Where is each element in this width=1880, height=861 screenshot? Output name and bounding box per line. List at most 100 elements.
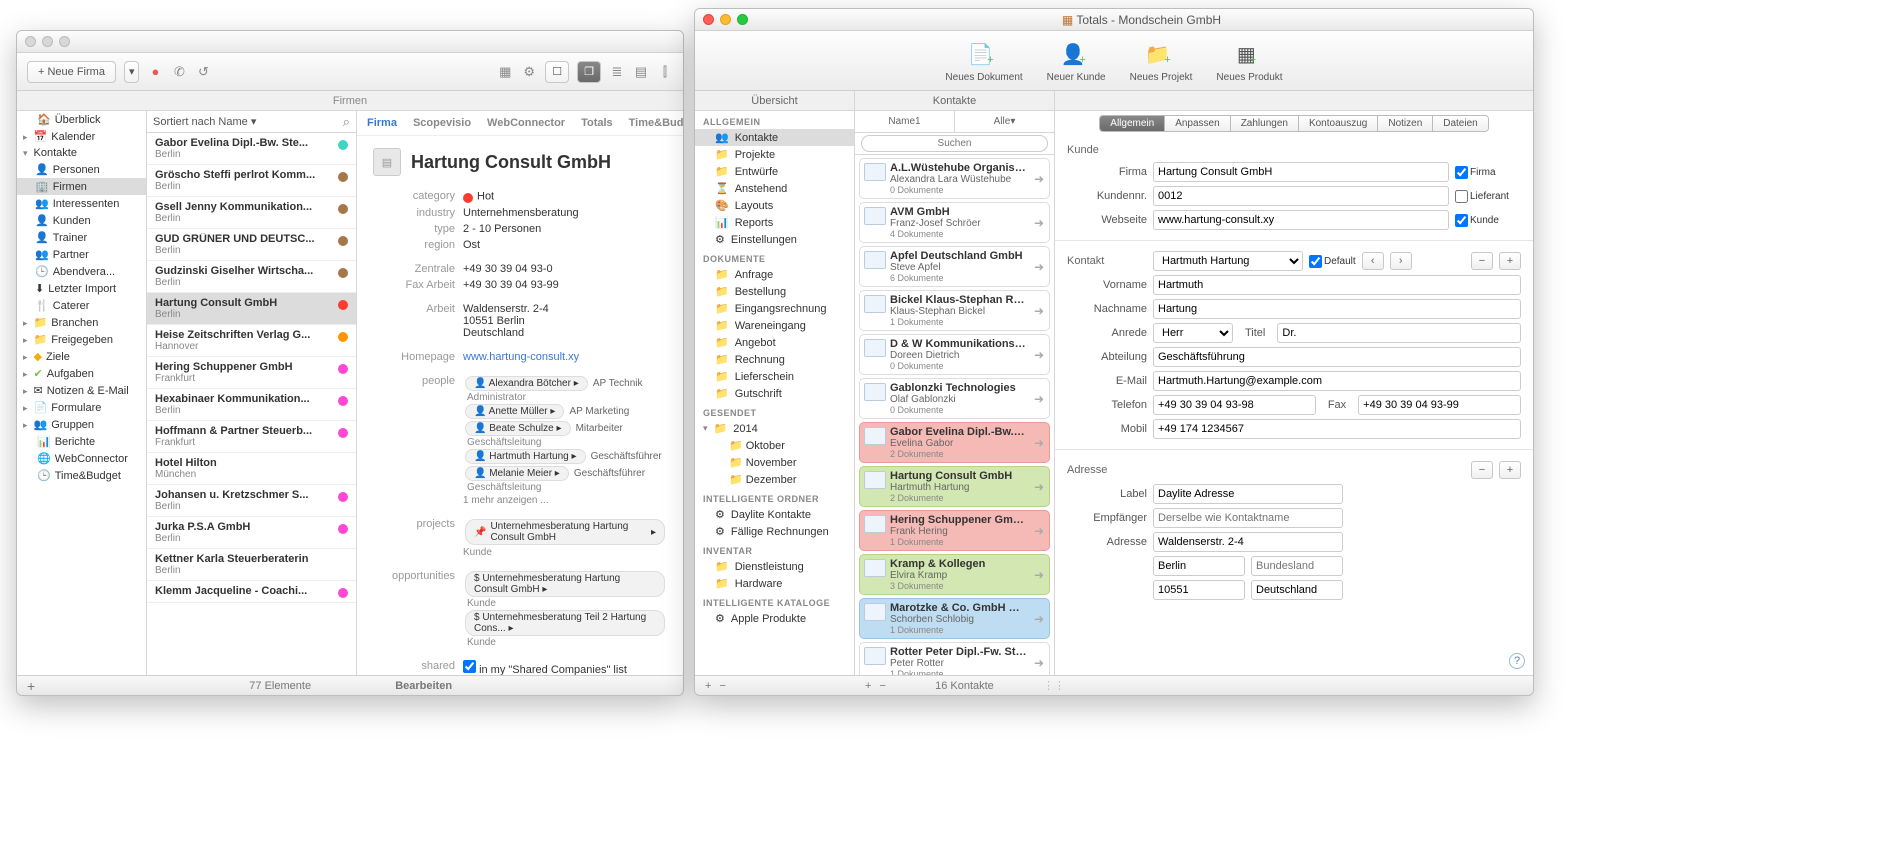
add-contact-button[interactable]: + xyxy=(1499,252,1521,270)
chevron-right-icon[interactable]: ➜ xyxy=(1034,304,1044,318)
month-item[interactable]: 📁 Dezember xyxy=(695,471,854,488)
contact-card[interactable]: Bickel Klaus-Stephan Rec...Klaus-Stephan… xyxy=(859,290,1050,331)
sidebar-item[interactable]: ⬇Letzter Import xyxy=(17,280,146,297)
sidebar-item[interactable]: 📁Eingangsrechnung xyxy=(695,300,854,317)
abteilung-input[interactable] xyxy=(1153,347,1521,367)
sidebar-item[interactable]: 🌐WebConnector xyxy=(17,450,146,467)
sidebar-item[interactable]: 📁Gutschrift xyxy=(695,385,854,402)
add-address-button[interactable]: + xyxy=(1499,461,1521,479)
chevron-right-icon[interactable]: ➜ xyxy=(1034,656,1044,670)
detail-tab[interactable]: Time&Budget xyxy=(629,117,683,129)
chevron-right-icon[interactable]: ➜ xyxy=(1034,524,1044,538)
chevron-right-icon[interactable]: ➜ xyxy=(1034,612,1044,626)
addr-country-input[interactable] xyxy=(1251,580,1343,600)
firma-checkbox[interactable] xyxy=(1455,166,1468,179)
sidebar-item[interactable]: ◆Ziele xyxy=(17,348,146,365)
toolbar-item[interactable]: 📁+Neues Projekt xyxy=(1130,38,1193,83)
disclosure-icon[interactable] xyxy=(23,351,30,363)
sidebar-item[interactable]: ⚙Daylite Kontakte xyxy=(695,506,854,523)
month-item[interactable]: 📁 November xyxy=(695,454,854,471)
chevron-right-icon[interactable]: ➜ xyxy=(1034,216,1044,230)
year-item[interactable]: ▾ 📁 2014 xyxy=(695,420,854,437)
detail-tabs[interactable]: FirmaScopevisioWebConnectorTotalsTime&Bu… xyxy=(357,111,683,136)
chart-icon[interactable]: ⫿ xyxy=(657,64,673,80)
webseite-input[interactable] xyxy=(1153,210,1449,230)
anrede-select[interactable]: Herr xyxy=(1153,323,1233,343)
add-button[interactable]: + xyxy=(705,680,711,692)
toolbar-item[interactable]: 📄+Neues Dokument xyxy=(945,38,1022,83)
firm-list-body[interactable]: Gabor Evelina Dipl.-Bw. Ste...BerlinGrös… xyxy=(147,133,356,675)
sidebar-item[interactable]: 📁Lieferschein xyxy=(695,368,854,385)
shared-checkbox[interactable] xyxy=(463,660,476,673)
sidebar-item[interactable]: 🕒Abendvera... xyxy=(17,263,146,280)
kontakt-select[interactable]: Hartmuth Hartung xyxy=(1153,251,1303,271)
sidebar-item[interactable]: 📁Anfrage xyxy=(695,266,854,283)
daylite-titlebar[interactable] xyxy=(17,31,683,53)
totals-sidebar[interactable]: ALLGEMEIN👥Kontakte📁Projekte📁Entwürfe⏳Ans… xyxy=(695,111,855,675)
traffic-lights[interactable] xyxy=(25,36,70,47)
firm-row[interactable]: Gsell Jenny Kommunikation...Berlin xyxy=(147,197,356,229)
kunde-checkbox[interactable] xyxy=(1455,214,1468,227)
email-input[interactable] xyxy=(1153,371,1521,391)
addr-street-input[interactable] xyxy=(1153,532,1343,552)
addr-label-input[interactable] xyxy=(1153,484,1343,504)
person-pill[interactable]: 👤 Beate Schulze ▸ xyxy=(465,421,571,436)
phone-icon[interactable]: ✆ xyxy=(171,64,187,80)
edit-label[interactable]: Bearbeiten xyxy=(385,680,673,692)
close-icon[interactable] xyxy=(25,36,36,47)
remove-button[interactable]: − xyxy=(719,680,725,692)
contact-card[interactable]: A.L.Wüstehube Organisati...Alexandra Lar… xyxy=(859,158,1050,199)
sort-header[interactable]: Sortiert nach Name ▾ ⌕ xyxy=(147,111,356,133)
contact-card[interactable]: Hartung Consult GmbHHartmuth Hartung2 Do… xyxy=(859,466,1050,507)
handset-icon[interactable]: ↺ xyxy=(195,64,211,80)
add-contact-footer[interactable]: + xyxy=(865,680,871,692)
next-contact-button[interactable]: › xyxy=(1390,252,1412,270)
person-pill[interactable]: 👤 Hartmuth Hartung ▸ xyxy=(465,449,586,464)
segment-tab[interactable]: Anpassen xyxy=(1165,116,1230,131)
sidebar-item[interactable]: 📊Reports xyxy=(695,214,854,231)
project-pill[interactable]: 📌 Unternehmesberatung Hartung Consult Gm… xyxy=(465,519,665,545)
search-input[interactable] xyxy=(861,135,1048,152)
sidebar-item[interactable]: 👤Trainer xyxy=(17,229,146,246)
segment-tab[interactable]: Zahlungen xyxy=(1231,116,1299,131)
detail-tab[interactable]: Totals xyxy=(581,117,613,129)
contact-card[interactable]: Gabor Evelina Dipl.-Bw. St...Evelina Gab… xyxy=(859,422,1050,463)
firm-row[interactable]: GUD GRÜNER UND DEUTSC...Berlin xyxy=(147,229,356,261)
sidebar-item[interactable]: 📊Berichte xyxy=(17,433,146,450)
bell-icon[interactable]: ● xyxy=(147,64,163,79)
sidebar-item[interactable]: 📁Dienstleistung xyxy=(695,558,854,575)
filter-all[interactable]: Alle xyxy=(994,116,1011,127)
disclosure-icon[interactable] xyxy=(23,419,30,431)
homepage-link[interactable]: www.hartung-consult.xy xyxy=(463,351,579,363)
disclosure-icon[interactable]: ▾ xyxy=(703,423,708,434)
firm-row[interactable]: Hotel HiltonMünchen xyxy=(147,453,356,485)
sidebar-item[interactable]: Kontakte xyxy=(17,145,146,161)
contact-card[interactable]: Rotter Peter Dipl.-Fw. Steu...Peter Rott… xyxy=(859,642,1050,675)
sidebar-item[interactable]: 📄Formulare xyxy=(17,399,146,416)
disclosure-icon[interactable] xyxy=(23,131,30,143)
sidebar-item[interactable]: 👤Personen xyxy=(17,161,146,178)
chevron-right-icon[interactable]: ➜ xyxy=(1034,568,1044,582)
firm-row[interactable]: Hartung Consult GmbHBerlin xyxy=(147,293,356,325)
disclosure-icon[interactable] xyxy=(23,385,30,397)
addr-city-input[interactable] xyxy=(1153,556,1245,576)
addr-state-input[interactable] xyxy=(1251,556,1343,576)
view-1-button[interactable]: ☐ xyxy=(545,61,569,83)
firm-row[interactable]: Gröscho Steffi perlrot Komm...Berlin xyxy=(147,165,356,197)
totals-titlebar[interactable]: ▦ Totals - Mondschein GmbH xyxy=(695,9,1533,31)
fax-input[interactable] xyxy=(1358,395,1521,415)
disclosure-icon[interactable] xyxy=(23,317,30,329)
sidebar-item[interactable]: ⚙Fällige Rechnungen xyxy=(695,523,854,540)
contact-card[interactable]: Gablonzki TechnologiesOlaf Gablonzki0 Do… xyxy=(859,378,1050,419)
sidebar-item[interactable]: ⚙Apple Produkte xyxy=(695,610,854,627)
sidebar-item[interactable]: 📁Rechnung xyxy=(695,351,854,368)
sidebar-item[interactable]: 🎨Layouts xyxy=(695,197,854,214)
zoom-icon[interactable] xyxy=(737,14,748,25)
contact-card[interactable]: AVM GmbHFranz-Josef Schröer4 Dokumente➜ xyxy=(859,202,1050,243)
segment-tab[interactable]: Allgemein xyxy=(1100,116,1165,131)
detail-tab[interactable]: Scopevisio xyxy=(413,117,471,129)
sidebar-item[interactable]: 📁Hardware xyxy=(695,575,854,592)
gear-icon[interactable]: ⚙ xyxy=(521,64,537,80)
firm-row[interactable]: Hering Schuppener GmbHFrankfurt xyxy=(147,357,356,389)
firm-row[interactable]: Johansen u. Kretzschmer S...Berlin xyxy=(147,485,356,517)
